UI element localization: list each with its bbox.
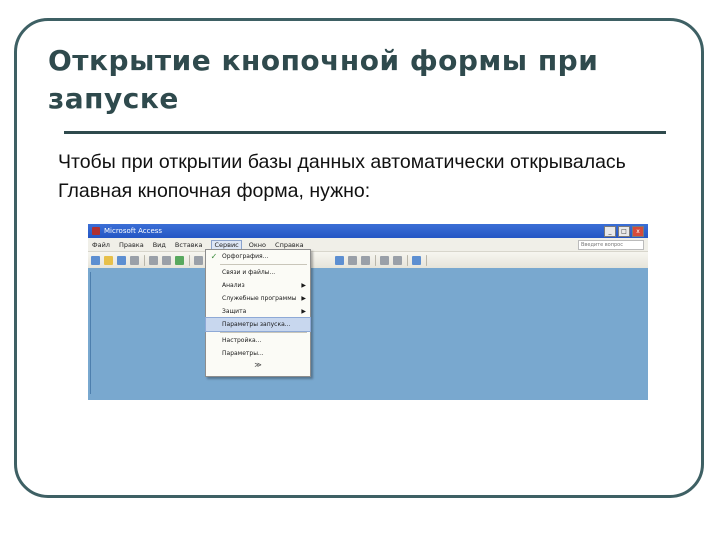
database-window-icon[interactable] [393,255,402,265]
title-divider [64,131,666,134]
cut-icon[interactable] [194,255,203,265]
blank-icon [210,308,218,316]
toolbar-separator [189,254,190,266]
slide-title: Открытие кнопочной формы при запуске [48,44,599,115]
spellcheck-icon: ✓ [210,251,218,261]
print-icon[interactable] [149,255,158,265]
new-file-icon[interactable] [91,255,100,265]
spellcheck-icon[interactable] [175,255,184,265]
access-window-screenshot: Microsoft Access _ □ x Файл Правка Вид В… [88,224,648,400]
analyze-icon[interactable] [348,255,357,265]
window-title: Microsoft Access [104,227,163,235]
menu-window[interactable]: Окно [249,241,266,249]
menu-file[interactable]: Файл [92,241,110,249]
toolbar-separator [144,254,145,266]
relationships-icon[interactable] [335,255,344,265]
dropdown-item-label: Орфография... [222,253,269,260]
dropdown-item-security[interactable]: Защита ▶ [206,305,310,318]
menu-edit[interactable]: Правка [119,241,144,249]
properties-icon[interactable] [380,255,389,265]
dropdown-item-label: Служебные программы [222,295,297,302]
blank-icon [210,337,218,345]
help-search-input[interactable]: Введите вопрос [578,239,644,250]
tools-dropdown-menu: ✓ Орфография... Связи и файлы... Анализ … [205,249,311,377]
dropdown-item-links[interactable]: Связи и файлы... [206,266,310,279]
dropdown-item-label: Защита [222,308,247,315]
submenu-arrow-icon: ▶ [301,295,306,302]
dropdown-item-label: Анализ [222,282,245,289]
slide-body-text: Чтобы при открытии базы данных автоматич… [58,151,626,202]
dropdown-item-spelling[interactable]: ✓ Орфография... [206,250,310,263]
menu-separator [220,332,307,333]
save-icon[interactable] [117,255,126,265]
dropdown-item-utilities[interactable]: Служебные программы ▶ [206,292,310,305]
blank-icon [210,269,218,277]
blank-icon [210,350,218,358]
close-button[interactable]: x [632,225,644,237]
submenu-arrow-icon: ▶ [301,282,306,289]
menu-view[interactable]: Вид [153,241,166,249]
blank-icon [210,282,218,290]
minimize-button[interactable]: _ [604,225,616,237]
search-icon[interactable] [130,255,139,265]
dropdown-item-label: Настройка... [222,337,262,344]
standard-toolbar [88,252,648,269]
workspace-edge [90,272,91,394]
open-folder-icon[interactable] [104,255,113,265]
toolbar-separator [407,254,408,266]
window-titlebar: Microsoft Access _ □ x [88,224,648,238]
access-app-icon [92,227,100,235]
code-icon[interactable] [361,255,370,265]
blank-icon [210,321,218,329]
menu-bar: Файл Правка Вид Вставка Сервис Окно Спра… [88,238,648,252]
dropdown-item-startup[interactable]: Параметры запуска... [205,317,311,332]
toolbar-separator [375,254,376,266]
blank-icon [210,295,218,303]
menu-insert[interactable]: Вставка [175,241,203,249]
dropdown-item-options[interactable]: Параметры... [206,347,310,360]
menu-separator [220,264,307,265]
dropdown-item-label: Параметры запуска... [222,321,291,328]
maximize-button[interactable]: □ [618,225,630,237]
expand-menu-chevron-icon[interactable]: ≫ [206,360,310,370]
dropdown-item-analyze[interactable]: Анализ ▶ [206,279,310,292]
dropdown-item-label: Связи и файлы... [222,269,276,276]
dropdown-item-customize[interactable]: Настройка... [206,334,310,347]
menu-tools[interactable]: Сервис [211,239,242,250]
menu-help[interactable]: Справка [275,241,304,249]
submenu-arrow-icon: ▶ [301,308,306,315]
dropdown-item-label: Параметры... [222,350,264,357]
print-preview-icon[interactable] [162,255,171,265]
help-icon[interactable] [412,255,421,265]
toolbar-separator [426,254,427,266]
workspace-area [88,268,648,400]
